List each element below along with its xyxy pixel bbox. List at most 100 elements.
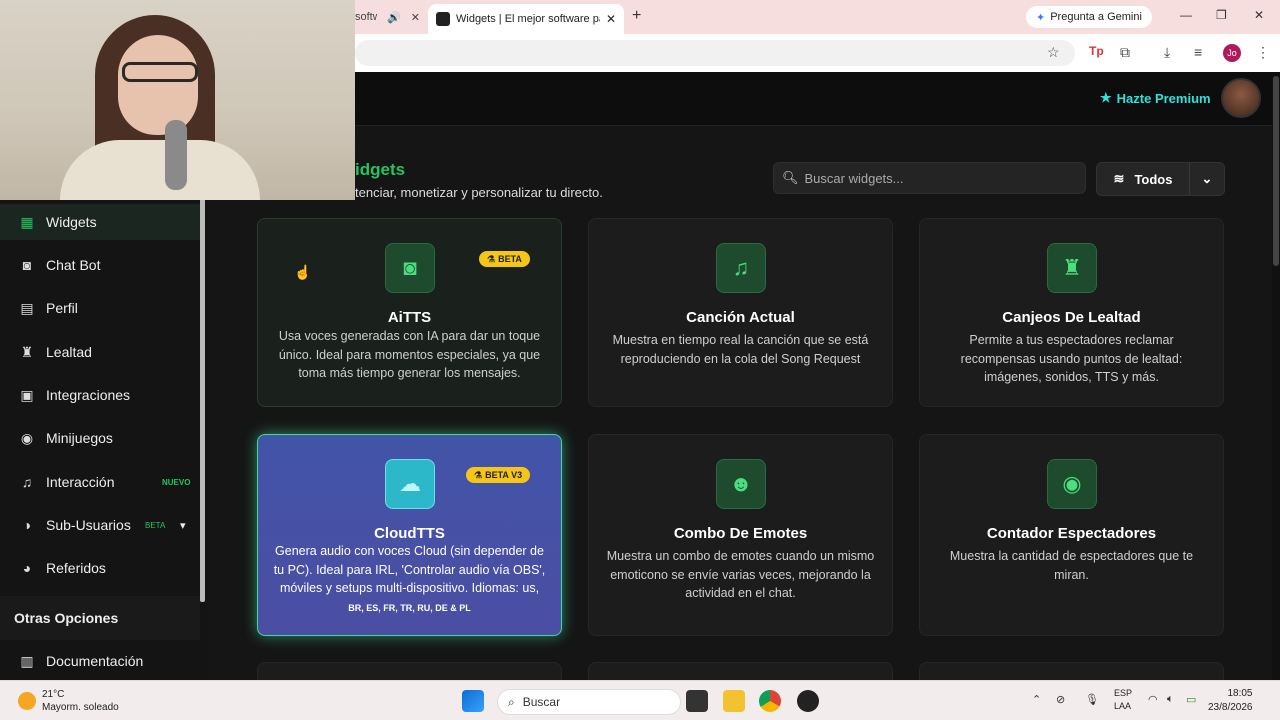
close-tab-icon[interactable]: ✕ [411, 11, 420, 24]
search-placeholder: Buscar widgets... [804, 170, 904, 186]
music-icon: ♫ [716, 243, 766, 293]
widget-card-canjeos-lealtad[interactable]: ♜ Canjeos De Lealtad Permite a tus espec… [919, 218, 1224, 407]
search-icon: ⌕ [508, 694, 515, 709]
sidebar: ▦ Widgets ◙ Chat Bot ▤ Perfil ♜ Lealtad … [0, 126, 208, 680]
widget-card-contador-espectadores[interactable]: ◉ Contador Espectadores Muestra la canti… [919, 434, 1224, 636]
download-icon[interactable]: ⤓ [1164, 44, 1170, 61]
profile-avatar[interactable]: Jo [1223, 44, 1241, 62]
sidebar-item-lealtad[interactable]: ♜ Lealtad [0, 334, 200, 370]
user-avatar[interactable] [1221, 78, 1261, 118]
close-window-icon[interactable]: ✕ [1254, 8, 1264, 22]
trophy-icon: ♜ [1047, 243, 1097, 293]
robot-icon: ◙ [22, 257, 32, 273]
sidebar-item-label: Referidos [46, 560, 106, 576]
app-icon[interactable] [797, 690, 819, 712]
sidebar-item-label: Chat Bot [46, 257, 101, 273]
page-title: idgets [355, 160, 406, 179]
menu-kebab-icon[interactable]: ⋮ [1256, 44, 1270, 61]
webcam-sweater [60, 140, 260, 200]
taskbar-search[interactable]: ⌕ Buscar [497, 689, 681, 715]
widget-card-aitts[interactable]: ◙ ⚗ BETA AiTTS Usa voces generadas con IA… [257, 218, 562, 407]
language-indicator[interactable]: ESP LAA [1114, 687, 1132, 713]
sidebar-item-perfil[interactable]: ▤ Perfil [0, 290, 200, 326]
sidebar-scrollbar[interactable] [200, 198, 205, 602]
new-tab-button[interactable]: + [632, 7, 641, 25]
sidebar-item-label: Lealtad [46, 344, 92, 360]
page-scrollbar[interactable] [1272, 76, 1280, 680]
star-icon: ★ [1100, 90, 1112, 105]
speaker-icon[interactable]: 🔊 [387, 11, 401, 24]
flask-icon: ⚗ [474, 469, 483, 480]
id-card-icon: ▤ [20, 299, 34, 316]
volume-icon[interactable]: 🔈︎ [1167, 693, 1174, 706]
address-bar[interactable] [355, 40, 1075, 66]
media-control-icon[interactable]: ≡ [1194, 44, 1202, 60]
task-view-icon[interactable] [686, 690, 708, 712]
chevron-down-icon[interactable]: ⌄ [1190, 171, 1224, 187]
webcam-glasses [122, 62, 198, 82]
sidebar-item-integraciones[interactable]: ▣ Integraciones [0, 377, 200, 413]
sidebar-item-chat-bot[interactable]: ◙ Chat Bot [0, 247, 200, 283]
restore-icon[interactable]: ❐ [1216, 8, 1227, 22]
sidebar-item-label: Documentación [46, 653, 144, 669]
widget-card-partial[interactable] [919, 662, 1224, 680]
card-description: Muestra en tiempo real la canción que se… [612, 333, 869, 366]
battery-icon[interactable]: ▭ [1186, 693, 1196, 706]
smile-icon: ☻ [716, 459, 766, 509]
search-icon: 🔍︎ [782, 170, 799, 185]
sidebar-section-title: Otras Opciones [0, 596, 200, 640]
beta-badge: BETA [145, 520, 166, 530]
microphone-icon[interactable]: 🎙︎ [1085, 693, 1099, 706]
filter-select[interactable]: ≋ Todos ⌄ [1096, 162, 1225, 196]
widget-card-combo-emotes[interactable]: ☻ Combo De Emotes Muestra un combo de em… [588, 434, 893, 636]
premium-link[interactable]: ★ Hazte Premium [1100, 90, 1211, 106]
windows-taskbar: 21°C Mayorm. soleado ⌕ Buscar ⌃ ⊘ 🎙︎ ESP… [0, 680, 1280, 720]
hand-cursor-icon: ☝ [294, 264, 312, 280]
close-tab-icon[interactable]: ✕ [606, 12, 616, 26]
minimize-icon[interactable]: — [1180, 8, 1192, 22]
wifi-icon[interactable]: ◠ [1148, 693, 1158, 706]
chrome-icon[interactable] [759, 690, 781, 712]
tray-chevron-up-icon[interactable]: ⌃ [1032, 693, 1041, 706]
sidebar-item-label: Interacción [46, 474, 115, 490]
file-explorer-icon[interactable] [723, 690, 745, 712]
extensions-puzzle-icon[interactable]: ⧉ [1120, 44, 1130, 61]
sidebar-item-interaccion[interactable]: ♫ Interacción NUEVO [0, 464, 200, 500]
card-title: Contador Espectadores [986, 525, 1157, 542]
widget-card-partial[interactable] [588, 662, 893, 680]
sidebar-item-sub-usuarios[interactable]: ◑ Sub-Usuarios BETA ▾ [0, 507, 200, 543]
gemini-icon: ✦ [1036, 11, 1046, 24]
widget-card-cloudtts[interactable]: ☁ ⚗ BETA V3 CloudTTS Genera audio con voc… [257, 434, 562, 636]
search-input[interactable]: 🔍︎ Buscar widgets... [773, 162, 1086, 194]
sidebar-item-label: Widgets [46, 214, 97, 230]
widget-card-partial[interactable] [257, 662, 562, 680]
sidebar-item-documentacion[interactable]: ▥ Documentación [0, 643, 200, 679]
weather-widget[interactable]: 21°C Mayorm. soleado [18, 688, 119, 714]
sidebar-item-widgets[interactable]: ▦ Widgets [0, 204, 200, 240]
clock[interactable]: 18:05 23/8/2026 [1208, 687, 1253, 715]
chevron-down-icon[interactable]: ▾ [180, 519, 186, 532]
sun-icon [18, 692, 36, 710]
webcam-face [118, 35, 198, 135]
scrollbar-thumb[interactable] [1273, 76, 1279, 266]
tray-app-icon[interactable]: ⊘ [1056, 693, 1065, 706]
tab-active[interactable]: Widgets | El mejor software par ✕ [428, 4, 624, 34]
grid-icon: ▦ [20, 213, 34, 230]
sidebar-item-referidos[interactable]: ◕ Referidos [0, 550, 200, 586]
book-icon: ▥ [20, 652, 34, 669]
widget-card-cancion-actual[interactable]: ♫ Canción Actual Muestra en tiempo real … [588, 218, 893, 407]
windows-start-icon[interactable] [462, 690, 484, 712]
tab-previous[interactable]: softw 🔊 ✕ [355, 5, 425, 29]
extension-tp-icon[interactable]: Tp [1089, 44, 1104, 58]
card-title: AiTTS [387, 309, 432, 326]
card-description: Usa voces generadas con IA para dar un t… [278, 329, 541, 380]
page-subtitle: tenciar, monetizar y personalizar tu dir… [355, 185, 603, 200]
bookmark-star-icon[interactable]: ☆ [1047, 44, 1060, 61]
beta-badge: ⚗ BETA [479, 251, 530, 267]
card-description: Genera audio con voces Cloud (sin depend… [273, 544, 546, 613]
tab-previous-title: softw [355, 11, 377, 23]
card-title: Canjeos De Lealtad [1002, 309, 1141, 326]
sidebar-item-minijuegos[interactable]: ◉ Minijuegos [0, 420, 200, 456]
flask-icon: ⚗ [487, 253, 496, 264]
gemini-button[interactable]: ✦ Pregunta a Gemini [1026, 6, 1152, 28]
